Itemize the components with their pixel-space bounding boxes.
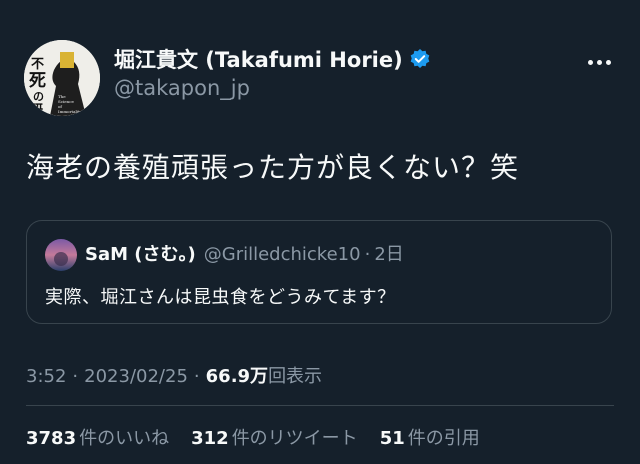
views-label: 回表示 [268,366,323,387]
tweet-detail: 不 死 の 研 The Science of Immortality 堀江貴文 … [0,0,640,464]
author-name-row[interactable]: 堀江貴文 (Takafumi Horie) [114,44,431,74]
quoted-author-name[interactable]: SaM (さむ。) [85,241,196,269]
quotes-count: 51 [379,428,405,449]
quoted-time[interactable]: 2日 [374,241,403,269]
quotes-stat[interactable]: 51 件の引用 [380,424,480,450]
quoted-tweet[interactable]: SaM (さむ。) @Grilledchicke10 · 2日 実際、堀江さんは… [26,220,612,324]
views-count: 66.9万 [205,366,269,387]
author-avatar[interactable]: 不 死 の 研 The Science of Immortality [24,40,100,116]
retweets-label: 件のリツイート [231,428,358,449]
svg-text:の: の [33,90,44,103]
meta-separator: · [72,366,79,387]
likes-count: 3783 [26,428,77,449]
quoted-author-handle[interactable]: @Grilledchicke10 [204,241,361,269]
quoted-header: SaM (さむ。) @Grilledchicke10 · 2日 [85,241,404,269]
quoted-text: 実際、堀江さんは昆虫食をどうみてます？ [45,287,396,308]
likes-stat[interactable]: 3783 件のいいね [26,424,169,450]
verified-badge-icon[interactable] [409,48,431,70]
retweets-count: 312 [191,428,229,449]
svg-text:不: 不 [31,57,44,72]
retweets-stat[interactable]: 312 件のリツイート [191,424,358,450]
svg-text:研: 研 [30,103,43,116]
quoted-author-avatar[interactable] [45,239,77,271]
author-name[interactable]: 堀江貴文 (Takafumi Horie) [114,44,403,74]
tweet-text: 海老の養殖頑張った方が良くない？笑 [26,151,520,184]
meta-separator-2: · [193,366,200,387]
svg-text:Immortality: Immortality [58,109,83,114]
quoted-separator: · [364,244,371,265]
likes-label: 件のいいね [79,428,170,449]
divider [26,405,614,406]
tweet-date[interactable]: 2023/02/25 [84,366,188,387]
author-handle[interactable]: @takapon_jp [114,76,250,100]
more-options-icon[interactable] [584,50,614,74]
tweet-meta: 3:52 · 2023/02/25 · 66.9万 回表示 [26,362,322,388]
avatar-image: 不 死 の 研 The Science of Immortality [24,40,100,116]
tweet-time[interactable]: 3:52 [26,366,66,387]
engagement-stats: 3783 件のいいね 312 件のリツイート 51 件の引用 [26,424,480,450]
svg-text:死: 死 [29,71,46,91]
quotes-label: 件の引用 [407,428,480,449]
